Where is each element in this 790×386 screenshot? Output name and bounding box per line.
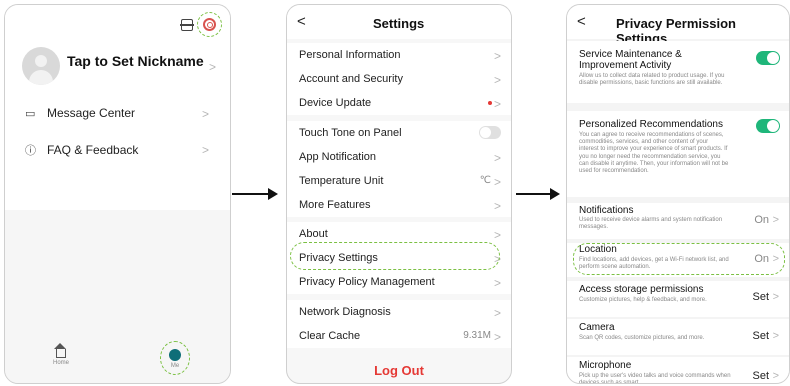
header: < Settings — [287, 5, 511, 39]
touch-tone-toggle[interactable] — [479, 126, 501, 139]
item-title: Notifications — [579, 205, 634, 216]
settings-item-temperature-unit[interactable]: Temperature Unit ℃ > — [287, 169, 511, 193]
item-description: Pick up the user's video talks and voice… — [579, 373, 731, 384]
menu-item-label: Message Center — [47, 106, 136, 120]
item-status: Set — [752, 330, 769, 342]
chevron-right-icon: > — [202, 143, 210, 157]
stage: Tap to Set Nickname > ▭ Message Center > … — [0, 0, 790, 386]
highlight-privacy-settings — [290, 242, 500, 270]
tab-label: Home — [52, 360, 69, 366]
settings-item-more-features[interactable]: More Features > — [287, 193, 511, 217]
item-label: App Notification — [299, 151, 377, 163]
item-description: Used to receive device alarms and system… — [579, 217, 723, 231]
profile-panel: Tap to Set Nickname > ▭ Message Center > … — [5, 5, 230, 210]
settings-item-device-update[interactable]: Device Update > — [287, 91, 511, 115]
scan-icon[interactable] — [180, 19, 194, 31]
chevron-right-icon: > — [493, 228, 501, 242]
chevron-right-icon: > — [493, 49, 501, 63]
item-label: Network Diagnosis — [299, 306, 391, 318]
chevron-right-icon: > — [202, 107, 210, 121]
chevron-right-icon: > — [493, 330, 501, 344]
settings-item-app-notification[interactable]: App Notification > — [287, 145, 511, 169]
item-label: Personal Information — [299, 49, 401, 61]
item-description: Customize pictures, help & feedback, and… — [579, 297, 707, 303]
item-status: On — [754, 214, 769, 226]
privacy-item-notifications[interactable]: Notifications Used to receive device ala… — [567, 203, 789, 239]
settings-screen: < Settings Personal Information > Account… — [286, 4, 512, 384]
chevron-right-icon: > — [493, 151, 501, 165]
item-label: Clear Cache — [299, 330, 361, 342]
item-title: Camera — [579, 322, 615, 333]
item-value: ℃ — [479, 175, 491, 186]
privacy-item-storage[interactable]: Access storage permissions Customize pic… — [567, 281, 789, 317]
item-status: Set — [752, 291, 769, 303]
menu-item-faq[interactable]: ⓘ FAQ & Feedback — [25, 142, 138, 158]
item-label: Privacy Policy Management — [299, 276, 435, 288]
chevron-right-icon: > — [493, 276, 501, 290]
item-description: Scan QR codes, customize pictures, and m… — [579, 335, 705, 341]
avatar[interactable] — [22, 47, 60, 85]
menu-item-label: FAQ & Feedback — [47, 143, 139, 157]
chevron-right-icon: > — [772, 370, 779, 382]
privacy-item-service-maintenance: Service Maintenance & Improvement Activi… — [567, 41, 789, 103]
settings-item-privacy-policy[interactable]: Privacy Policy Management > — [287, 270, 511, 294]
settings-item-personal-info[interactable]: Personal Information > — [287, 43, 511, 67]
item-value: 9.31M — [463, 330, 491, 341]
personalized-recommendations-toggle[interactable] — [756, 119, 780, 133]
settings-item-clear-cache[interactable]: Clear Cache 9.31M > — [287, 324, 511, 348]
flow-arrow — [232, 188, 278, 200]
back-arrow-icon[interactable]: < — [577, 13, 586, 30]
tab-bar: Home Me — [5, 339, 230, 383]
privacy-item-personalized-recommendations: Personalized Recommendations You can agr… — [567, 111, 789, 197]
chevron-right-icon: > — [772, 214, 779, 226]
item-description: Allow us to collect data related to prod… — [579, 73, 725, 87]
message-icon: ▭ — [25, 108, 36, 120]
chevron-right-icon: > — [772, 291, 779, 303]
item-label: Account and Security — [299, 73, 403, 85]
chevron-right-icon: > — [209, 60, 217, 74]
chevron-right-icon: > — [493, 97, 501, 111]
chevron-right-icon: > — [493, 199, 501, 213]
chevron-right-icon: > — [493, 175, 501, 189]
update-dot-icon — [488, 101, 492, 105]
me-screen: Tap to Set Nickname > ▭ Message Center > … — [4, 4, 231, 384]
page-title: Settings — [373, 16, 425, 31]
item-label: More Features — [299, 199, 371, 211]
logout-button[interactable]: Log Out — [287, 363, 511, 378]
settings-item-touch-tone: Touch Tone on Panel — [287, 121, 511, 145]
item-description: You can agree to receive recommendations… — [579, 132, 729, 175]
back-arrow-icon[interactable]: < — [297, 13, 306, 30]
item-title: Access storage permissions — [579, 284, 704, 295]
help-icon: ⓘ — [25, 145, 36, 157]
item-label: Temperature Unit — [299, 175, 384, 187]
chevron-right-icon: > — [493, 306, 501, 320]
highlight-ring-me — [160, 341, 190, 375]
highlight-ring-settings — [197, 12, 222, 37]
nickname-label[interactable]: Tap to Set Nickname — [67, 53, 204, 69]
flow-arrow — [516, 188, 560, 200]
settings-item-network-diagnosis[interactable]: Network Diagnosis > — [287, 300, 511, 324]
privacy-item-camera[interactable]: Camera Scan QR codes, customize pictures… — [567, 319, 789, 355]
item-label: Device Update — [299, 97, 372, 109]
service-maintenance-toggle[interactable] — [756, 51, 780, 65]
item-title: Microphone — [579, 360, 632, 371]
privacy-permission-screen: < Privacy Permission Settings Service Ma… — [566, 4, 790, 384]
tab-home[interactable]: Home — [46, 343, 76, 366]
header: < Privacy Permission Settings — [567, 5, 789, 46]
settings-item-account-security[interactable]: Account and Security > — [287, 67, 511, 91]
item-title: Personalized Recommendations — [579, 119, 723, 130]
menu-item-message-center[interactable]: ▭ Message Center — [25, 106, 135, 120]
highlight-location — [573, 243, 785, 275]
chevron-right-icon: > — [493, 73, 501, 87]
item-label: About — [299, 228, 328, 240]
item-status: Set — [752, 370, 769, 382]
privacy-item-microphone[interactable]: Microphone Pick up the user's video talk… — [567, 357, 789, 384]
home-icon — [54, 343, 66, 358]
item-label: Touch Tone on Panel — [299, 127, 402, 139]
chevron-right-icon: > — [772, 330, 779, 342]
item-title: Service Maintenance & Improvement Activi… — [579, 49, 682, 71]
